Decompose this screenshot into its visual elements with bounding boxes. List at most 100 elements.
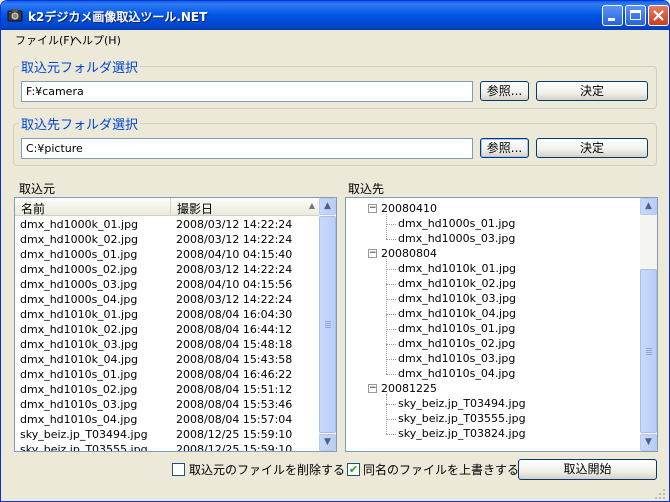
tree-scroll-down-arrow-icon[interactable]: ▼ [640,434,657,451]
close-icon [653,10,664,21]
column-header-name[interactable]: 名前 [15,198,171,216]
dest-tree-label: 取込先 [348,182,385,196]
tree-file-node[interactable]: dmx_hd1010s_02.jpg [398,337,515,352]
camera-app-icon [7,9,23,22]
file-name-cell: sky_beiz.jp_T03494.jpg [20,428,148,441]
resize-grip-icon[interactable] [653,487,667,501]
table-row[interactable]: dmx_hd1000s_03.jpg 2008/04/10 04:15:56 [15,277,319,292]
maximize-button[interactable] [625,5,646,26]
dest-browse-button[interactable]: 参照... [480,138,529,158]
file-name-cell: dmx_hd1000s_02.jpg [20,263,138,276]
file-name-cell: dmx_hd1010s_02.jpg [20,383,138,396]
tree-file-node[interactable]: dmx_hd1000s_01.jpg [398,217,515,232]
shot-date-cell: 2008/04/10 04:15:40 [176,248,293,261]
delete-source-checkbox[interactable] [172,463,185,476]
menu-file[interactable]: ファイル(F) [15,31,74,49]
file-name-cell: dmx_hd1010k_01.jpg [20,308,139,321]
shot-date-cell: 2008/04/10 04:15:56 [176,278,293,291]
tree-file-node[interactable]: dmx_hd1010k_04.jpg [398,307,516,322]
table-row[interactable]: dmx_hd1010s_01.jpg 2008/08/04 16:46:22 [15,367,319,382]
overwrite-checkbox[interactable]: ✔ [347,463,360,476]
dest-folder-tree[interactable]: −20080410 dmx_hd1000s_01.jpg dmx_hd1000s_0… [345,197,658,452]
table-row[interactable]: dmx_hd1000k_01.jpg 2008/03/12 14:22:24 [15,217,319,232]
file-name-cell: dmx_hd1000k_01.jpg [20,218,139,231]
file-name-cell: sky_beiz.jp_T03555.jpg [20,443,148,452]
tree-folder-node[interactable]: 20080410 [381,202,437,217]
shot-date-cell: 2008/03/12 14:22:24 [176,263,293,276]
sort-ascending-icon: ▲ [308,201,315,210]
column-header-date[interactable]: 撮影日 ▲ [171,198,319,216]
table-row[interactable]: dmx_hd1000s_01.jpg 2008/04/10 04:15:40 [15,247,319,262]
menu-help[interactable]: ヘルプ(H) [71,31,121,49]
table-row[interactable]: dmx_hd1010s_04.jpg 2008/08/04 15:57:04 [15,412,319,427]
shot-date-cell: 2008/08/04 15:51:12 [176,383,293,396]
source-file-list[interactable]: 名前 撮影日 ▲ dmx_hd1000k_01.jpg 2008/03/12 14… [14,197,337,452]
source-list-label: 取込元 [19,182,56,196]
table-row[interactable]: sky_beiz.jp_T03555.jpg 2008/12/25 15:59:1… [15,442,319,452]
shot-date-cell: 2008/08/04 15:48:18 [176,338,293,351]
tree-file-node[interactable]: sky_beiz.jp_T03494.jpg [398,397,526,412]
scroll-down-arrow-icon[interactable]: ▼ [319,434,336,451]
shot-date-cell: 2008/12/25 15:59:10 [176,443,293,452]
file-name-cell: dmx_hd1010s_03.jpg [20,398,138,411]
tree-folder-node[interactable]: 20081225 [381,382,437,397]
source-folder-legend: 取込元フォルダ選択 [19,57,141,76]
tree-scroll-up-arrow-icon[interactable]: ▲ [640,198,657,215]
source-list-scrollbar[interactable]: ▲ ▼ [319,198,336,451]
file-name-cell: dmx_hd1010k_02.jpg [20,323,139,336]
table-row[interactable]: sky_beiz.jp_T03494.jpg 2008/12/25 15:59:1… [15,427,319,442]
tree-scroll-thumb[interactable] [640,269,657,433]
collapse-toggle-icon[interactable]: − [368,249,377,258]
source-decide-button[interactable]: 決定 [536,81,648,101]
collapse-toggle-icon[interactable]: − [368,204,377,213]
table-row[interactable]: dmx_hd1010k_02.jpg 2008/08/04 16:44:12 [15,322,319,337]
maximize-icon [630,10,641,20]
tree-file-node[interactable]: dmx_hd1010s_01.jpg [398,322,515,337]
file-name-cell: dmx_hd1010k_04.jpg [20,353,139,366]
table-row[interactable]: dmx_hd1000s_02.jpg 2008/03/12 14:22:24 [15,262,319,277]
delete-source-label[interactable]: 取込元のファイルを削除する [189,461,345,478]
shot-date-cell: 2008/12/25 15:59:10 [176,428,293,441]
source-path-input[interactable]: F:¥camera [21,81,473,102]
minimize-button[interactable] [602,5,623,26]
shot-date-cell: 2008/03/12 14:22:24 [176,218,293,231]
dest-tree-scrollbar[interactable]: ▲ ▼ [640,198,657,451]
tree-file-node[interactable]: dmx_hd1010k_01.jpg [398,262,516,277]
file-name-cell: dmx_hd1000s_03.jpg [20,278,138,291]
table-row[interactable]: dmx_hd1010s_02.jpg 2008/08/04 15:51:12 [15,382,319,397]
dest-path-input[interactable]: C:¥picture [21,138,473,159]
column-date-label: 撮影日 [177,202,214,216]
shot-date-cell: 2008/08/04 16:04:30 [176,308,293,321]
tree-file-node[interactable]: dmx_hd1010s_04.jpg [398,367,515,382]
tree-file-node[interactable]: sky_beiz.jp_T03555.jpg [398,412,526,427]
table-row[interactable]: dmx_hd1010k_03.jpg 2008/08/04 15:48:18 [15,337,319,352]
table-row[interactable]: dmx_hd1000k_02.jpg 2008/03/12 14:22:24 [15,232,319,247]
column-name-label: 名前 [21,202,46,216]
window-title: k2デジカメ画像取込ツール.NET [28,10,208,24]
table-row[interactable]: dmx_hd1010k_04.jpg 2008/08/04 15:43:58 [15,352,319,367]
scroll-thumb[interactable] [319,216,336,433]
start-import-button[interactable]: 取込開始 [518,459,657,480]
tree-folder-node[interactable]: 20080804 [381,247,437,262]
shot-date-cell: 2008/08/04 16:46:22 [176,368,293,381]
file-name-cell: dmx_hd1000s_04.jpg [20,293,138,306]
tree-file-node[interactable]: dmx_hd1000s_03.jpg [398,232,515,247]
table-row[interactable]: dmx_hd1010s_03.jpg 2008/08/04 15:53:46 [15,397,319,412]
title-bar[interactable]: k2デジカメ画像取込ツール.NET [1,1,669,30]
source-browse-button[interactable]: 参照... [480,81,529,101]
shot-date-cell: 2008/08/04 16:44:12 [176,323,293,336]
tree-file-node[interactable]: sky_beiz.jp_T03824.jpg [398,427,526,442]
table-row[interactable]: dmx_hd1000s_04.jpg 2008/03/12 14:22:24 [15,292,319,307]
tree-file-node[interactable]: dmx_hd1010k_03.jpg [398,292,516,307]
file-name-cell: dmx_hd1010s_04.jpg [20,413,138,426]
collapse-toggle-icon[interactable]: − [368,384,377,393]
shot-date-cell: 2008/03/12 14:22:24 [176,293,293,306]
overwrite-label[interactable]: 同名のファイルを上書きする [363,461,519,478]
close-button[interactable] [648,5,669,26]
dest-decide-button[interactable]: 決定 [536,138,648,158]
tree-file-node[interactable]: dmx_hd1010s_03.jpg [398,352,515,367]
app-window: k2デジカメ画像取込ツール.NET ファイル(F) ヘルプ(H) 取込元フォルダ… [0,0,670,502]
tree-file-node[interactable]: dmx_hd1010k_02.jpg [398,277,516,292]
table-row[interactable]: dmx_hd1010k_01.jpg 2008/08/04 16:04:30 [15,307,319,322]
scroll-up-arrow-icon[interactable]: ▲ [319,198,336,215]
